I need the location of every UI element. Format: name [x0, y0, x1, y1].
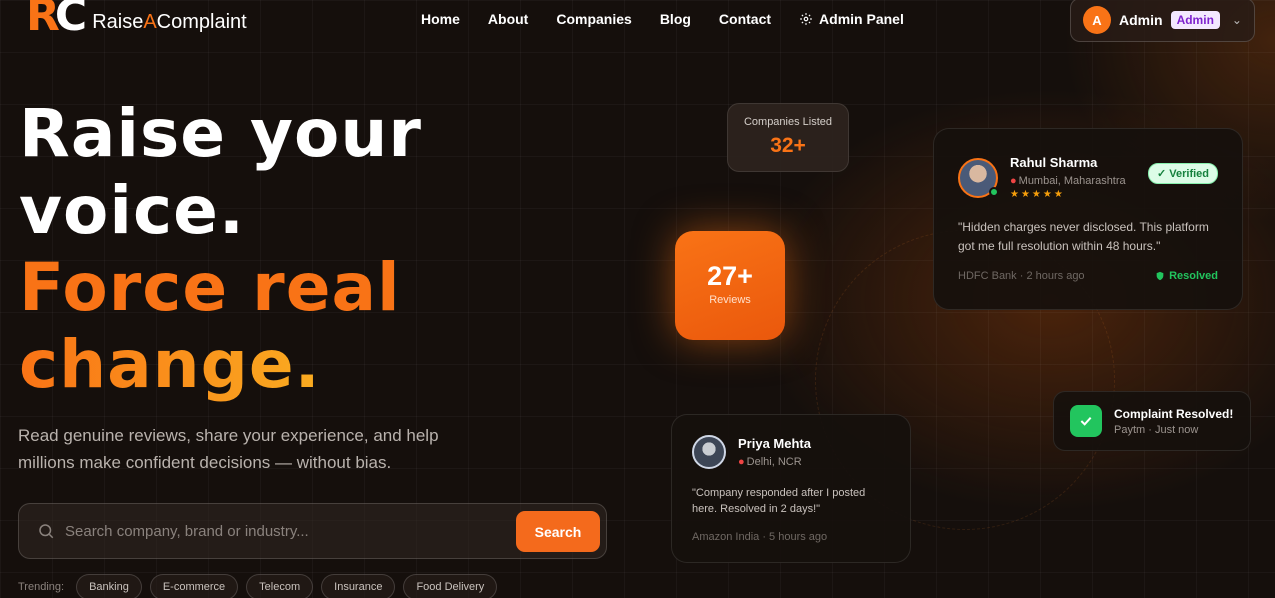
nav-companies[interactable]: Companies — [556, 11, 631, 27]
companies-stat-label: Companies Listed — [743, 116, 833, 128]
avatar — [958, 157, 999, 198]
verified-badge: ✓ Verified — [1147, 163, 1218, 184]
review-card[interactable]: Priya Mehta ● Delhi, NCR "Company respond… — [671, 414, 911, 563]
nav-admin-panel[interactable]: Admin Panel — [799, 11, 904, 27]
review-quote: "Hidden charges never disclosed. This pl… — [958, 220, 1209, 253]
companies-stat-value: 32+ — [770, 134, 806, 157]
star-rating: ★★★★★ — [1010, 189, 1065, 200]
review-footer: Amazon India · 5 hours ago — [692, 531, 890, 543]
review-quote: "Company responded after I posted here. … — [692, 487, 866, 515]
reviews-stat-card: 27+ Reviews — [675, 231, 785, 340]
online-indicator — [989, 186, 999, 197]
trending-chip-ecommerce[interactable]: E-commerce — [149, 574, 239, 598]
pin-icon: ● — [1010, 175, 1017, 187]
reviewer-name: Rahul Sharma — [1010, 155, 1098, 170]
avatar: A — [1083, 6, 1111, 34]
trending-chip-banking[interactable]: Banking — [76, 574, 142, 598]
user-menu[interactable]: A Admin Admin ⌄ — [1070, 0, 1255, 42]
review-meta: Amazon India · 5 hours ago — [692, 531, 828, 543]
hero-line-2: voice. — [19, 172, 245, 249]
resolved-status: Resolved — [1155, 270, 1218, 282]
logo-mark: RC — [26, 0, 87, 41]
nav-blog[interactable]: Blog — [660, 11, 691, 27]
nav-admin-panel-label: Admin Panel — [819, 11, 904, 27]
hero-subtitle: Read genuine reviews, share your experie… — [18, 426, 439, 472]
hero-line-1: Raise your — [19, 95, 422, 172]
reviews-stat-value: 27+ — [707, 261, 753, 291]
check-icon — [1070, 405, 1102, 437]
trending-chip-telecom[interactable]: Telecom — [246, 574, 314, 598]
hero-title: Raise your voice. Force real change. — [19, 95, 422, 403]
trending-tags: Trending: Banking E-commerce Telecom Ins… — [18, 574, 498, 598]
review-card[interactable]: Rahul Sharma ● Mumbai, Maharashtra ★★★★★ … — [933, 128, 1243, 310]
shield-icon — [1156, 271, 1164, 281]
review-header: Rahul Sharma ● Mumbai, Maharashtra ★★★★★ … — [958, 155, 1218, 200]
reviewer-name: Priya Mehta — [738, 436, 811, 451]
nav-contact[interactable]: Contact — [719, 11, 771, 27]
trending-label: Trending: — [18, 581, 65, 593]
pin-icon: ● — [738, 456, 745, 468]
brand-name: RaiseAComplaint — [92, 11, 247, 33]
search-button[interactable]: Search — [516, 511, 600, 552]
companies-stat-card: Companies Listed 32+ — [727, 103, 849, 172]
chevron-down-icon: ⌄ — [1231, 13, 1242, 27]
toast-subtitle: Paytm · Just now — [1114, 423, 1199, 436]
review-header: Priya Mehta ● Delhi, NCR — [692, 435, 890, 469]
trending-chip-insurance[interactable]: Insurance — [321, 574, 396, 598]
user-name: Admin — [1119, 12, 1163, 28]
search-bar: Search — [18, 503, 607, 559]
role-badge: Admin — [1170, 11, 1220, 29]
nav-home[interactable]: Home — [421, 11, 460, 27]
brand-logo[interactable]: RC RaiseAComplaint — [26, 0, 247, 40]
avatar — [692, 435, 726, 469]
gear-icon — [800, 13, 812, 25]
review-meta: HDFC Bank · 2 hours ago — [958, 270, 1085, 282]
reviewer-location: ● Delhi, NCR — [738, 456, 802, 468]
reviews-stat-label: Reviews — [709, 294, 751, 306]
reviewer-location: ● Mumbai, Maharashtra — [1010, 175, 1126, 187]
search-icon — [39, 524, 54, 539]
search-input[interactable] — [65, 522, 495, 540]
nav-about[interactable]: About — [488, 11, 528, 27]
main-nav: Home About Companies Blog Contact Admin … — [421, 11, 904, 27]
hero-line-4: change. — [19, 326, 422, 403]
hero-line-3: Force real — [19, 249, 401, 326]
review-footer: HDFC Bank · 2 hours ago Resolved — [958, 270, 1218, 282]
complaint-resolved-toast[interactable]: Complaint Resolved! Paytm · Just now — [1053, 391, 1251, 451]
toast-title: Complaint Resolved! — [1114, 406, 1234, 421]
trending-chip-food-delivery[interactable]: Food Delivery — [403, 574, 498, 598]
